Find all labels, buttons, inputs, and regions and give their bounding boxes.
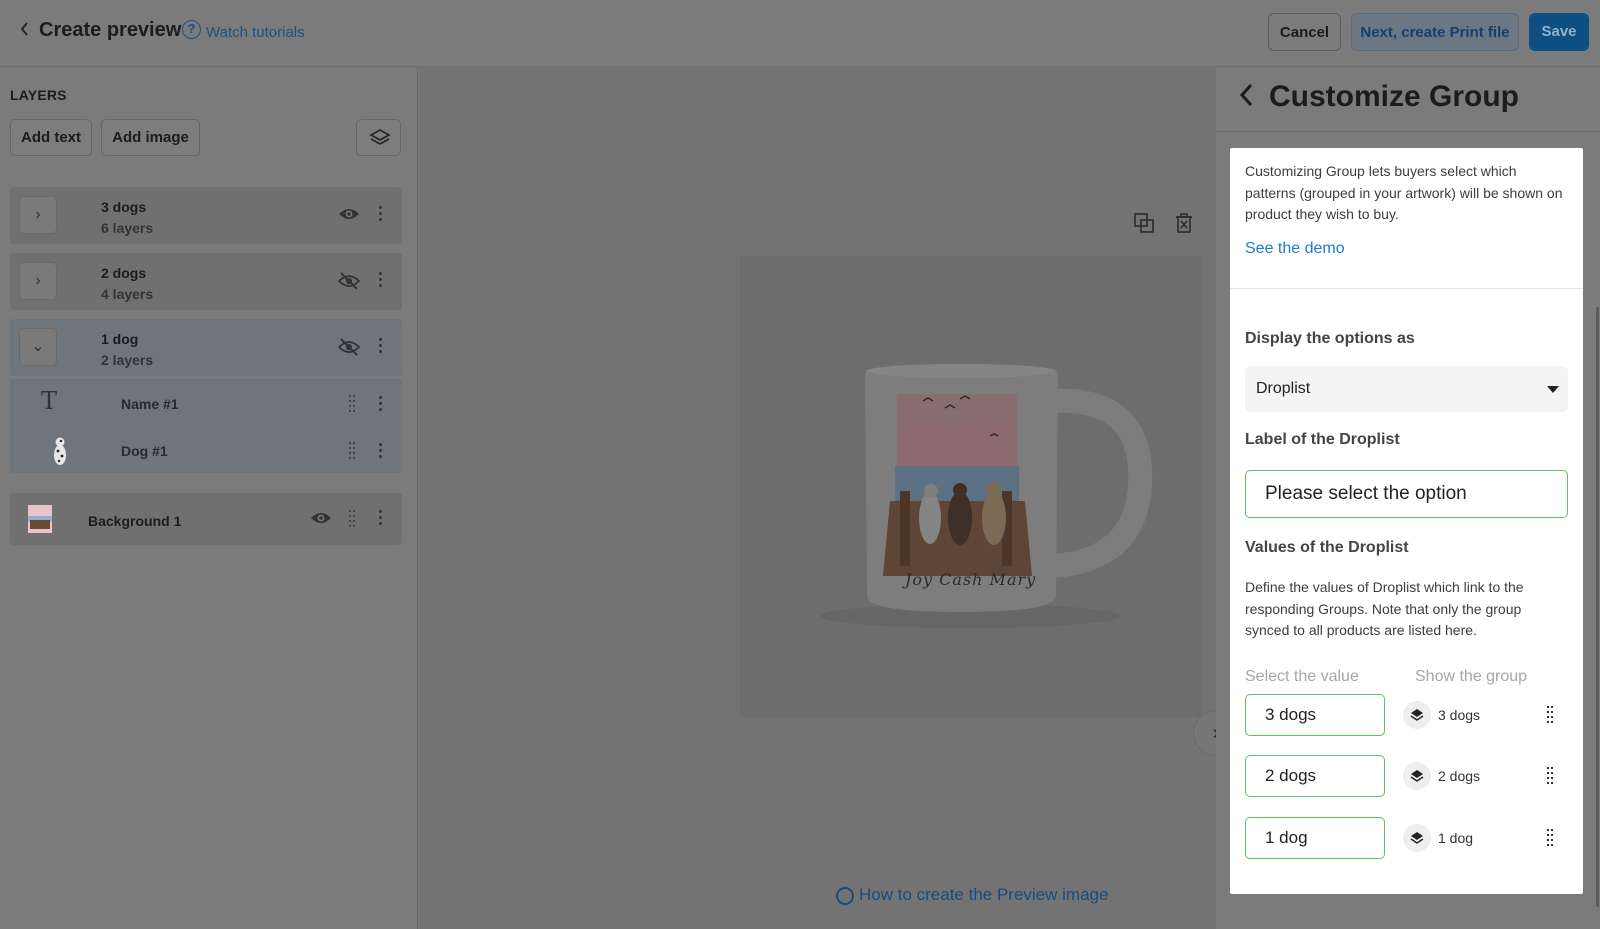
save-button[interactable]: Save <box>1529 13 1589 51</box>
top-bar: Create preview ? Watch tutorials Cancel … <box>0 0 1600 67</box>
more-options-icon[interactable] <box>379 443 383 459</box>
droplist-value-row: 2 dogs <box>1245 755 1570 797</box>
values-description: Define the values of Droplist which link… <box>1245 579 1524 638</box>
mug-name-text: Joy Cash Mary <box>905 570 1037 589</box>
more-options-icon[interactable] <box>379 272 383 288</box>
drag-handle-icon[interactable] <box>349 442 357 459</box>
customize-group-card: Customizing Group lets buyers select whi… <box>1230 148 1583 894</box>
layer-group-count: 2 layers <box>101 352 154 368</box>
layer-group-name: 1 dog <box>101 331 139 347</box>
back-chevron-icon[interactable] <box>18 20 32 40</box>
child-layer-row[interactable]: T Name #1 <box>10 379 402 429</box>
more-options-icon[interactable] <box>379 206 383 222</box>
back-chevron-icon[interactable] <box>1238 82 1254 115</box>
layers-icon <box>1403 824 1431 852</box>
eye-off-icon[interactable] <box>338 338 360 356</box>
add-image-button[interactable]: Add image <box>101 119 200 156</box>
value-input[interactable] <box>1245 755 1385 797</box>
eye-icon[interactable] <box>310 510 332 526</box>
group-name: 3 dogs <box>1438 707 1481 723</box>
layers-panel: LAYERS Add text Add image › 3 dogs 6 lay… <box>0 67 418 929</box>
drag-handle-icon[interactable] <box>1547 706 1555 724</box>
caret-down-icon <box>1547 386 1559 393</box>
group-name: 1 dog <box>1438 830 1474 846</box>
select-value: Droplist <box>1256 380 1311 397</box>
display-options-label: Display the options as <box>1245 330 1415 347</box>
layer-group-row[interactable]: ⌄ 1 dog 2 layers <box>10 319 402 376</box>
layer-group-row[interactable]: › 3 dogs 6 layers <box>10 187 402 244</box>
background-thumbnail-icon <box>28 505 52 533</box>
show-group-column-header: Show the group <box>1415 668 1528 685</box>
droplist-value-row: 3 dogs <box>1245 694 1570 736</box>
page-title: Create preview <box>39 19 182 41</box>
dog-thumbnail-icon <box>54 437 66 465</box>
layers-icon <box>1403 762 1431 790</box>
more-options-icon[interactable] <box>379 338 383 354</box>
background-layer-row[interactable]: Background 1 <box>10 493 402 545</box>
select-value-column-header: Select the value <box>1245 668 1359 685</box>
scrollbar[interactable] <box>1596 307 1599 907</box>
child-layer-row[interactable]: Dog #1 <box>10 426 402 476</box>
layer-group-count: 6 layers <box>101 220 154 236</box>
group-name: 2 dogs <box>1438 768 1481 784</box>
preview-canvas: Joy Cash Mary How to create the Preview … <box>419 67 1216 929</box>
help-icon[interactable]: ? <box>182 20 201 39</box>
droplist-value-row: 1 dog <box>1245 817 1570 859</box>
layers-title: LAYERS <box>10 87 67 103</box>
drag-handle-icon[interactable] <box>349 510 357 527</box>
layers-toggle-button[interactable] <box>356 119 401 156</box>
layer-group-name: 3 dogs <box>101 199 147 215</box>
eye-icon[interactable] <box>338 206 360 222</box>
child-layer-name: Dog #1 <box>121 443 168 459</box>
expand-chevron-icon[interactable]: › <box>19 196 57 234</box>
watch-tutorials-link[interactable]: Watch tutorials <box>206 24 305 41</box>
expand-chevron-icon[interactable]: › <box>19 262 57 300</box>
background-layer-name: Background 1 <box>88 513 182 529</box>
product-preview-image[interactable]: Joy Cash Mary <box>740 256 1202 717</box>
child-layer-name: Name #1 <box>121 396 179 412</box>
delete-icon[interactable] <box>1173 212 1195 234</box>
value-input[interactable] <box>1245 694 1385 736</box>
see-demo-link[interactable]: See the demo <box>1245 240 1345 258</box>
group-description: Customizing Group lets buyers select whi… <box>1245 163 1563 222</box>
value-input[interactable] <box>1245 817 1385 859</box>
values-heading: Values of the Droplist <box>1245 539 1409 556</box>
text-icon: T <box>41 387 58 415</box>
display-options-select[interactable]: Droplist <box>1245 366 1568 412</box>
layers-stack-icon <box>369 129 391 145</box>
droplist-label-input[interactable] <box>1245 470 1568 518</box>
drag-handle-icon[interactable] <box>1547 767 1555 785</box>
layers-icon <box>1403 701 1431 729</box>
droplist-label-heading: Label of the Droplist <box>1245 431 1400 448</box>
eye-off-icon[interactable] <box>338 272 360 290</box>
add-text-button[interactable]: Add text <box>10 119 92 156</box>
layer-group-count: 4 layers <box>101 286 154 302</box>
divider <box>1230 288 1583 289</box>
collapse-chevron-icon[interactable]: ⌄ <box>19 328 57 366</box>
drag-handle-icon[interactable] <box>1547 829 1555 847</box>
duplicate-icon[interactable] <box>1133 212 1155 234</box>
layer-group-row[interactable]: › 2 dogs 4 layers <box>10 253 402 310</box>
cancel-button[interactable]: Cancel <box>1268 13 1341 51</box>
drag-handle-icon[interactable] <box>349 395 357 412</box>
panel-title: Customize Group <box>1269 80 1520 113</box>
expanded-children: T Name #1 Dog #1 <box>10 379 402 473</box>
lifebuoy-icon <box>836 887 854 905</box>
divider <box>1216 131 1600 132</box>
next-create-print-file-button[interactable]: Next, create Print file <box>1351 13 1519 51</box>
layer-group-name: 2 dogs <box>101 265 147 281</box>
more-options-icon[interactable] <box>379 396 383 412</box>
how-to-create-preview-link[interactable]: How to create the Preview image <box>859 885 1108 905</box>
more-options-icon[interactable] <box>379 510 383 526</box>
